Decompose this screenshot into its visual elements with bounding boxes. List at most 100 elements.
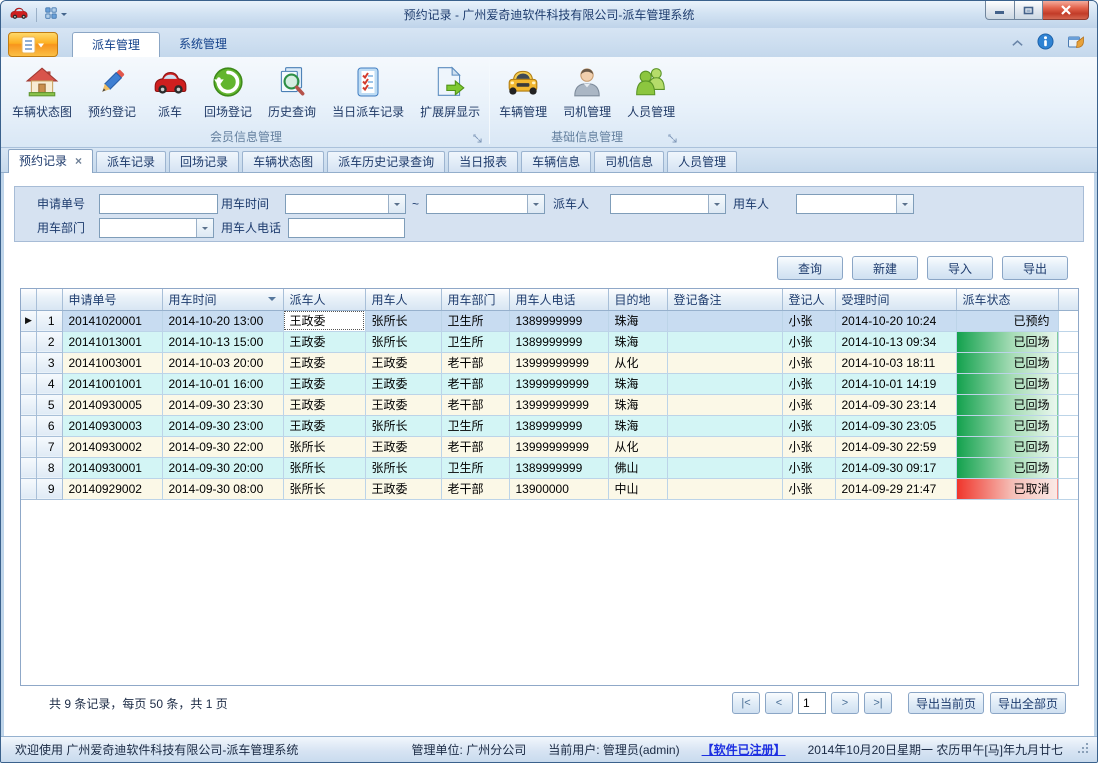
cell[interactable] [667,310,782,331]
use-time-to-combo[interactable] [426,194,545,214]
page-number-input[interactable] [798,692,826,714]
cell[interactable]: 1389999999 [509,457,608,478]
user-combo[interactable] [796,194,914,214]
cell[interactable]: 王政委 [283,331,365,352]
query-button[interactable]: 查询 [777,256,843,280]
cell[interactable]: 张所长 [283,478,365,499]
row-indicator-cell[interactable] [21,352,36,373]
cell[interactable]: 小张 [782,478,835,499]
cell[interactable]: 小张 [782,436,835,457]
new-button[interactable]: 新建 [852,256,918,280]
cell[interactable]: 小张 [782,373,835,394]
cell[interactable]: 1389999999 [509,331,608,352]
column-header[interactable]: 登记人 [782,289,835,310]
ribbon-button-return[interactable]: 回场登记 [196,59,260,120]
info-icon[interactable] [1037,33,1054,53]
dispatch-status-cell[interactable]: 已回场 [956,436,1058,457]
cell[interactable]: 从化 [608,352,667,373]
table-row[interactable]: 5201409300052014-09-30 23:30王政委王政委老干部139… [21,394,1078,415]
export-button[interactable]: 导出 [1002,256,1068,280]
row-number-cell[interactable]: 8 [36,457,62,478]
cell[interactable]: 张所长 [365,457,441,478]
dispatch-status-cell[interactable]: 已回场 [956,352,1058,373]
resize-grip-icon[interactable] [1077,742,1089,757]
cell[interactable]: 20140930002 [62,436,162,457]
export-current-page-button[interactable]: 导出当前页 [908,692,984,714]
cell[interactable]: 王政委 [365,436,441,457]
cell[interactable]: 小张 [782,310,835,331]
doc-tab-return-records[interactable]: 回场记录 [169,151,239,172]
doc-tab-daily-report[interactable]: 当日报表 [448,151,518,172]
dropdown-arrow-icon[interactable] [708,195,725,213]
column-header[interactable]: 用车人电话 [509,289,608,310]
application-menu-button[interactable] [8,32,58,57]
table-row[interactable]: 9201409290022014-09-30 08:00张所长王政委老干部139… [21,478,1078,499]
column-header[interactable]: 用车部门 [441,289,509,310]
row-indicator-cell[interactable] [21,478,36,499]
dialog-launcher-icon[interactable] [668,132,677,147]
minimize-button[interactable] [985,1,1015,20]
row-indicator-cell[interactable] [21,436,36,457]
cell[interactable]: 2014-10-01 14:19 [835,373,956,394]
cell[interactable]: 从化 [608,436,667,457]
table-row[interactable]: 6201409300032014-09-30 23:00王政委张所长卫生所138… [21,415,1078,436]
column-header[interactable]: 目的地 [608,289,667,310]
cell[interactable] [667,373,782,394]
row-number-cell[interactable]: 1 [36,310,62,331]
cell[interactable]: 2014-10-01 16:00 [162,373,283,394]
doc-tab-personnel-management[interactable]: 人员管理 [667,151,737,172]
column-header[interactable]: 申请单号 [62,289,162,310]
dispatch-status-cell[interactable]: 已预约 [956,310,1058,331]
ribbon-button-history-query[interactable]: 历史查询 [260,59,324,120]
table-row[interactable]: 8201409300012014-09-30 20:00张所长张所长卫生所138… [21,457,1078,478]
cell[interactable]: 2014-10-20 10:24 [835,310,956,331]
cell[interactable]: 王政委 [283,415,365,436]
row-indicator-cell[interactable] [21,373,36,394]
cell[interactable]: 王政委 [283,310,365,331]
request-number-input[interactable] [99,194,218,214]
prev-page-button[interactable]: < [765,692,793,714]
cell[interactable]: 2014-10-13 09:34 [835,331,956,352]
cell[interactable]: 1389999999 [509,310,608,331]
cell[interactable] [667,331,782,352]
cell[interactable]: 2014-09-30 23:14 [835,394,956,415]
cell[interactable]: 卫生所 [441,310,509,331]
cell[interactable]: 中山 [608,478,667,499]
cell[interactable]: 王政委 [283,352,365,373]
cell[interactable]: 小张 [782,352,835,373]
doc-tab-dispatch-records[interactable]: 派车记录 [96,151,166,172]
dispatch-status-cell[interactable]: 已回场 [956,415,1058,436]
column-header[interactable]: 登记备注 [667,289,782,310]
license-registered-link[interactable]: 【软件已注册】 [702,741,786,758]
dialog-launcher-icon[interactable] [473,132,482,147]
row-indicator-cell[interactable]: ▶ [21,310,36,331]
cell[interactable]: 卫生所 [441,331,509,352]
dropdown-arrow-icon[interactable] [527,195,544,213]
cell[interactable] [667,436,782,457]
cell[interactable]: 13999999999 [509,394,608,415]
dropdown-arrow-icon[interactable] [196,219,213,237]
ribbon-button-extend-screen[interactable]: 扩展屏显示 [412,59,488,120]
first-page-button[interactable]: |< [732,692,760,714]
cell[interactable]: 珠海 [608,331,667,352]
dispatch-status-cell[interactable]: 已回场 [956,394,1058,415]
cell[interactable]: 小张 [782,415,835,436]
cell[interactable]: 珠海 [608,373,667,394]
user-phone-input[interactable] [288,218,405,238]
row-number-cell[interactable]: 4 [36,373,62,394]
column-header[interactable]: 用车时间 [162,289,283,310]
dropdown-arrow-icon[interactable] [388,195,405,213]
cell[interactable]: 20141001001 [62,373,162,394]
table-row[interactable]: 4201410010012014-10-01 16:00王政委王政委老干部139… [21,373,1078,394]
ribbon-button-today-dispatch-records[interactable]: 当日派车记录 [324,59,412,120]
ribbon-button-personnel-management[interactable]: 人员管理 [619,59,683,120]
doc-tab-driver-info[interactable]: 司机信息 [594,151,664,172]
close-button[interactable] [1043,1,1089,20]
cell[interactable]: 王政委 [365,373,441,394]
column-header[interactable]: 受理时间 [835,289,956,310]
cell[interactable]: 20140930001 [62,457,162,478]
table-row[interactable]: ▶1201410200012014-10-20 13:00王政委张所长卫生所13… [21,310,1078,331]
cell[interactable]: 老干部 [441,352,509,373]
cell[interactable] [667,415,782,436]
cell[interactable]: 小张 [782,394,835,415]
